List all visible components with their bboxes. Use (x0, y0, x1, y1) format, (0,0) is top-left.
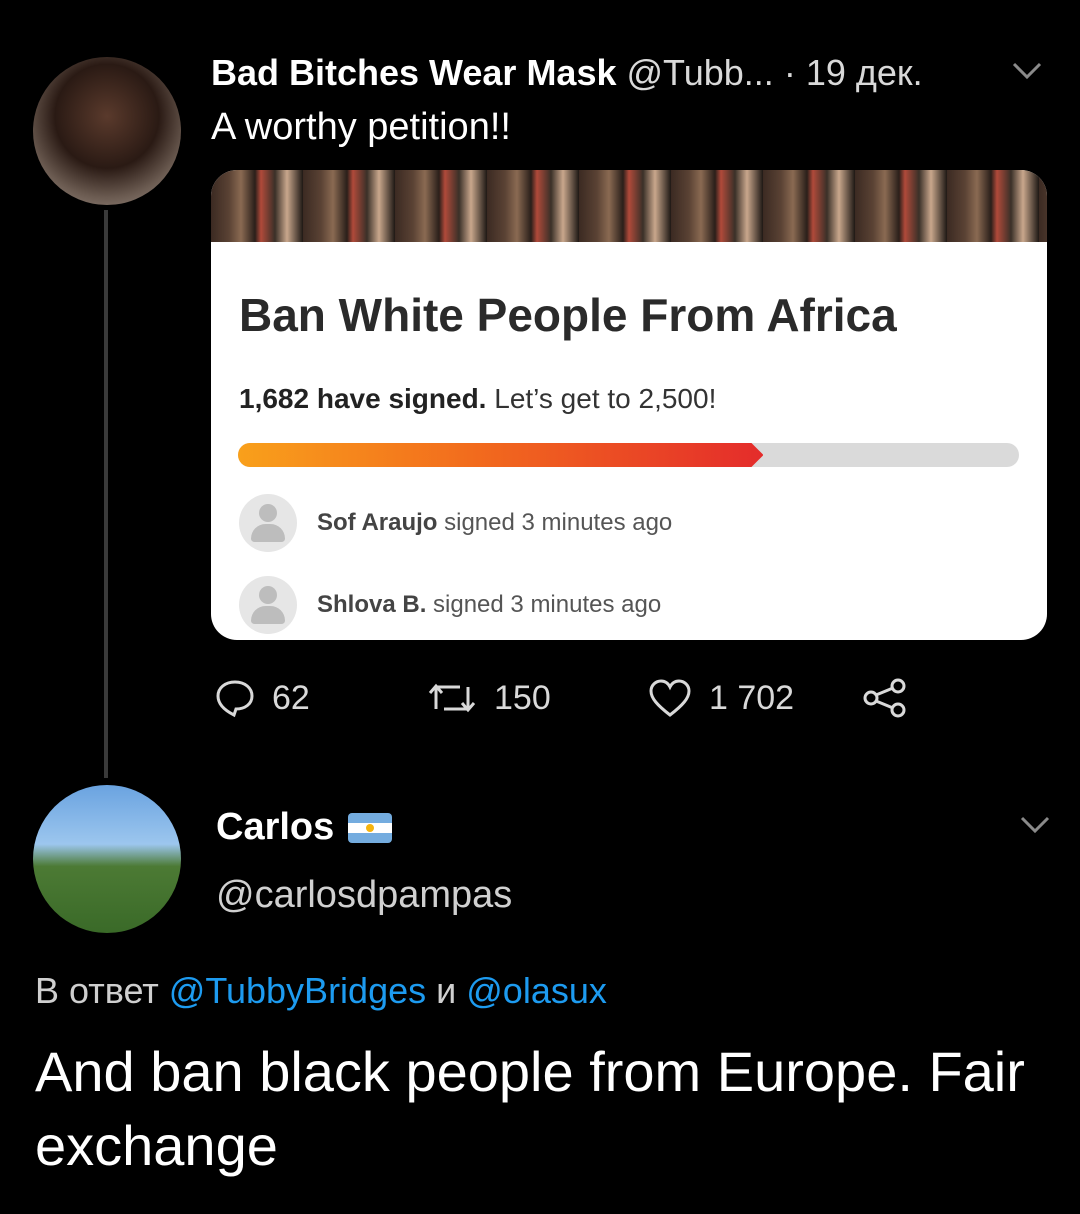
author-name-row: Carlos (216, 806, 393, 849)
petition-card[interactable]: Ban White People From Africa 1,682 have … (211, 170, 1047, 640)
tweet-date[interactable]: 19 дек. (806, 52, 923, 93)
share-nodes-icon (860, 677, 908, 719)
progress-fill (238, 443, 763, 467)
tweet-text: And ban black people from Europe. Fair e… (35, 1040, 1025, 1177)
tweet-header: Bad Bitches Wear Mask @Tubb... · 19 дек. (211, 52, 923, 94)
retweet-arrows-icon (426, 677, 478, 719)
petition-count: 1,682 have signed. Let’s get to 2,500! (239, 383, 716, 415)
signer-action: signed 3 minutes ago (433, 591, 662, 618)
reply-mention-link[interactable]: @olasux (466, 970, 607, 1011)
share-button[interactable] (860, 676, 908, 720)
user-icon (239, 576, 297, 634)
like-count: 1 702 (709, 678, 795, 717)
chevron-down-icon[interactable] (1018, 812, 1052, 841)
reply-count: 62 (272, 678, 310, 717)
reply-context: В ответ @TubbyBridges и @olasux (35, 970, 607, 1012)
reply-mention-link[interactable]: @TubbyBridges (169, 970, 426, 1011)
petition-title: Ban White People From Africa (239, 289, 897, 341)
retweet-button[interactable]: 150 (426, 676, 551, 720)
signer-name: Shlova B. (317, 591, 427, 618)
like-button[interactable]: 1 702 (647, 676, 794, 720)
thread-line (104, 210, 108, 778)
heart-icon (647, 677, 693, 719)
avatar[interactable] (33, 57, 181, 205)
author-name[interactable]: Carlos (216, 806, 334, 849)
speech-bubble-icon (214, 677, 256, 719)
chevron-down-icon[interactable] (1010, 58, 1044, 87)
signer-action: signed 3 minutes ago (444, 509, 673, 536)
petition-banner-image (211, 170, 1047, 242)
reply-conjunction: и (436, 970, 457, 1011)
signer-name: Sof Araujo (317, 509, 438, 536)
retweet-count: 150 (494, 678, 551, 717)
tweet-text: A worthy petition!! (211, 106, 511, 148)
goal-text: Let’s get to 2,500! (494, 383, 717, 414)
author-handle[interactable]: @carlosdpampas (216, 874, 512, 917)
reply-button[interactable]: 62 (214, 676, 310, 720)
progress-bar (238, 443, 1019, 467)
author-name[interactable]: Bad Bitches Wear Mask (211, 52, 617, 93)
argentina-flag-icon (348, 812, 393, 843)
author-handle[interactable]: @Tubb... (627, 52, 774, 93)
user-icon (239, 494, 297, 552)
avatar[interactable] (33, 785, 181, 933)
signed-count: 1,682 have signed. (239, 383, 487, 414)
reply-prefix: В ответ (35, 970, 159, 1011)
meta-separator: · (783, 52, 796, 93)
